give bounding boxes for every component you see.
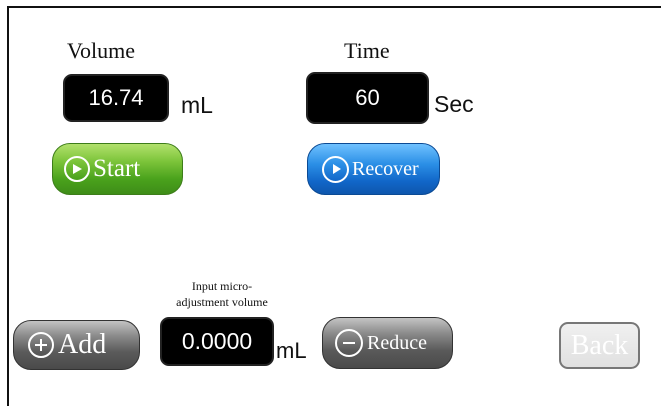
plus-circle-icon [28, 332, 54, 358]
start-button-label: Start [93, 155, 141, 182]
back-button[interactable]: Back [559, 322, 640, 369]
volume-label: Volume [67, 38, 136, 63]
micro-adjust-unit: mL [276, 338, 307, 363]
recover-button[interactable]: Recover [307, 143, 440, 195]
reduce-button-label: Reduce [367, 331, 427, 354]
micro-adjust-label-line1: Input micro- [191, 279, 253, 293]
time-input[interactable]: 60 [306, 72, 429, 124]
add-button[interactable]: Add [13, 320, 140, 370]
micro-adjust-input[interactable]: 0.0000 [160, 317, 274, 366]
micro-adjust-label: Input micro- adjustment volume [152, 278, 292, 310]
back-button-label: Back [570, 329, 629, 361]
volume-unit: mL [181, 92, 213, 118]
reduce-button[interactable]: Reduce [322, 317, 453, 369]
time-unit: Sec [434, 91, 474, 117]
micro-adjust-label-line2: adjustment volume [176, 295, 268, 309]
play-circle-icon [64, 156, 90, 182]
time-label: Time [344, 38, 390, 63]
recover-button-label: Recover [352, 157, 419, 180]
start-button[interactable]: Start [52, 143, 183, 195]
minus-circle-icon [335, 329, 363, 357]
add-button-label: Add [58, 329, 107, 360]
volume-input[interactable]: 16.74 [63, 74, 169, 122]
replay-circle-icon [322, 155, 349, 183]
